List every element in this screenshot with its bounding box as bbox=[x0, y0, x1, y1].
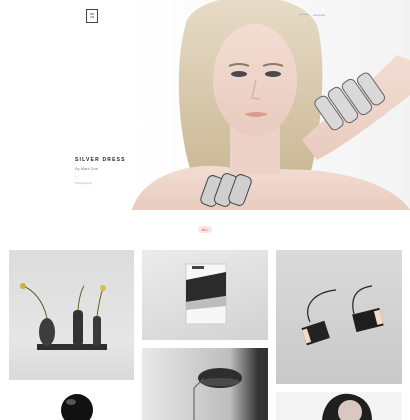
hero-banner: PR CN Journal SILVER DRESS By Mark Doe —… bbox=[0, 0, 410, 210]
grid-item-vases[interactable] bbox=[9, 250, 134, 380]
floor-lamp-image bbox=[193, 368, 242, 420]
hero-meta-2: Photography bbox=[75, 181, 93, 185]
grid-item-portrait[interactable] bbox=[276, 392, 402, 420]
hero-subtitle[interactable]: By Mark Doe bbox=[75, 166, 126, 171]
vases-image bbox=[20, 282, 107, 350]
brand-logo[interactable]: PR CN bbox=[86, 9, 98, 23]
grid-item-lamp[interactable] bbox=[276, 250, 402, 384]
grid-item-sphere[interactable] bbox=[9, 388, 134, 420]
hero-caption: SILVER DRESS By Mark Doe — Photography bbox=[75, 157, 126, 185]
lamp-image bbox=[301, 285, 384, 346]
grid-item-book[interactable] bbox=[142, 250, 268, 340]
nav-journal-link[interactable]: Journal bbox=[299, 13, 325, 17]
sphere-image bbox=[61, 394, 93, 420]
portrait-image bbox=[322, 393, 372, 420]
hero-portrait-image bbox=[132, 0, 410, 210]
book-image bbox=[185, 263, 227, 325]
filter-tag-all[interactable]: ALL bbox=[198, 226, 212, 233]
logo-line-2: CN bbox=[90, 15, 94, 19]
grid-item-floor-lamp[interactable] bbox=[142, 348, 268, 420]
hero-title: SILVER DRESS bbox=[75, 157, 126, 163]
hero-meta-1: — bbox=[75, 174, 78, 178]
